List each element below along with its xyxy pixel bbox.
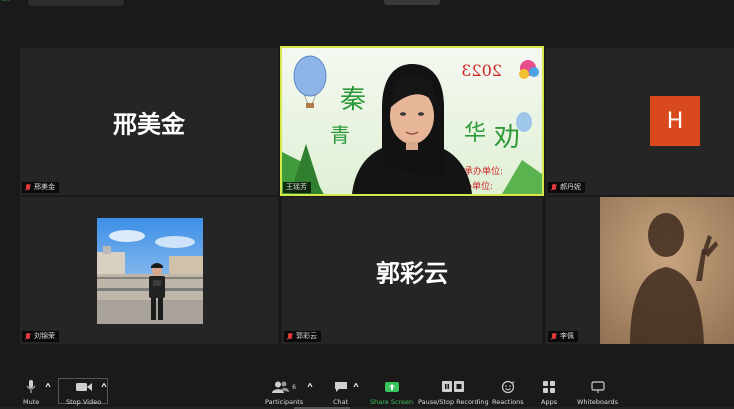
stop-video-label: Stop Video [66,398,102,406]
participants-button[interactable]: 6 Participants [265,379,303,406]
participant-tag-label: 王瑶芳 [286,183,307,191]
mute-options-caret-icon[interactable]: ˄ [44,381,52,400]
apps-grid-icon [543,379,556,395]
reactions-button[interactable]: + Reactions [492,379,524,406]
chat-button[interactable]: Chat [333,379,348,406]
participant-name-tag: 刘锦荣 [22,331,59,342]
svg-text:+: + [511,380,515,386]
participant-name-tag: 郝丹妮 [548,182,585,193]
participant-tag-label: 邢美金 [34,183,55,191]
video-camera-icon [75,379,92,395]
svg-text:劝: 劝 [494,123,520,153]
participant-tag-label: 刘锦荣 [34,332,55,340]
chat-bubble-icon [334,379,348,395]
mic-muted-icon [25,183,31,192]
video-tile[interactable]: 刘锦荣 [20,197,278,344]
meeting-toolbar [0,375,734,409]
participants-icon: 6 [272,379,296,395]
svg-text:华: 华 [464,121,486,146]
participants-options-caret-icon[interactable]: ˄ [306,381,314,400]
chat-options-caret-icon[interactable]: ˄ [352,381,360,400]
video-tile[interactable]: 郭彩云 郭彩云 [282,197,542,344]
video-tile[interactable]: H 郝丹妮 [546,48,734,195]
participants-count: 6 [292,383,296,391]
meeting-info-bar[interactable] [28,0,124,6]
view-button[interactable] [384,0,440,5]
apps-label: Apps [541,398,558,406]
reactions-label: Reactions [492,398,524,406]
share-screen-icon [384,379,399,395]
video-tile[interactable]: 邢美金 邢美金 [20,48,278,195]
video-feed-image [600,197,734,344]
mic-muted-icon [287,332,293,341]
participant-tag-label: 郝丹妮 [560,183,581,191]
participant-name-tag: 邢美金 [22,182,59,193]
avatar: H [650,96,700,146]
pause-stop-recording-label: Pause/Stop Recording [418,398,489,406]
top-bar: ᵒʳᴵ [0,0,734,12]
participant-name-tag: 王瑶芳 [283,182,311,193]
video-feed-image [97,218,203,324]
participant-name-display: 邢美金 [113,110,185,138]
apps-button[interactable]: Apps [541,379,557,406]
video-tile[interactable]: 李佩 [546,197,734,344]
mic-muted-icon [551,183,557,192]
whiteboards-button[interactable]: Whiteboards [577,379,618,406]
share-screen-button[interactable]: Share Screen [370,379,413,406]
mic-muted-icon [25,332,31,341]
svg-text:承办单位:: 承办单位: [464,165,503,177]
pause-stop-recording-icon [442,379,465,395]
participant-name-tag: 郭彩云 [284,331,321,342]
stop-video-button[interactable]: Stop Video [66,379,101,406]
mute-button[interactable]: Mute [23,379,39,406]
mute-label: Mute [23,398,40,406]
svg-text:青: 青 [330,123,350,147]
pause-stop-recording-button[interactable]: Pause/Stop Recording [418,379,489,406]
svg-text:秦: 秦 [340,85,366,115]
participant-tag-label: 郭彩云 [296,332,317,340]
whiteboard-icon [590,379,605,395]
reactions-icon: + [501,379,515,395]
video-feed-image: 2023 秦 劝 华 青 承办单位: 协办单位: [282,48,542,194]
chat-label: Chat [333,398,349,406]
video-options-caret-icon[interactable]: ˄ [100,381,108,400]
whiteboards-label: Whiteboards [577,398,619,406]
participants-label: Participants [265,398,304,406]
microphone-icon [26,379,36,395]
participant-tag-label: 李佩 [560,332,574,340]
video-tile-active-speaker[interactable]: 2023 秦 劝 华 青 承办单位: 协办单位: 王瑶芳 [280,46,544,196]
mic-muted-icon [551,332,557,341]
svg-text:2023: 2023 [461,61,502,80]
share-screen-label: Share Screen [370,398,414,406]
participant-name-display: 郭彩云 [376,259,448,287]
participant-name-tag: 李佩 [548,331,578,342]
security-icon[interactable]: ᵒʳᴵ [2,0,10,7]
